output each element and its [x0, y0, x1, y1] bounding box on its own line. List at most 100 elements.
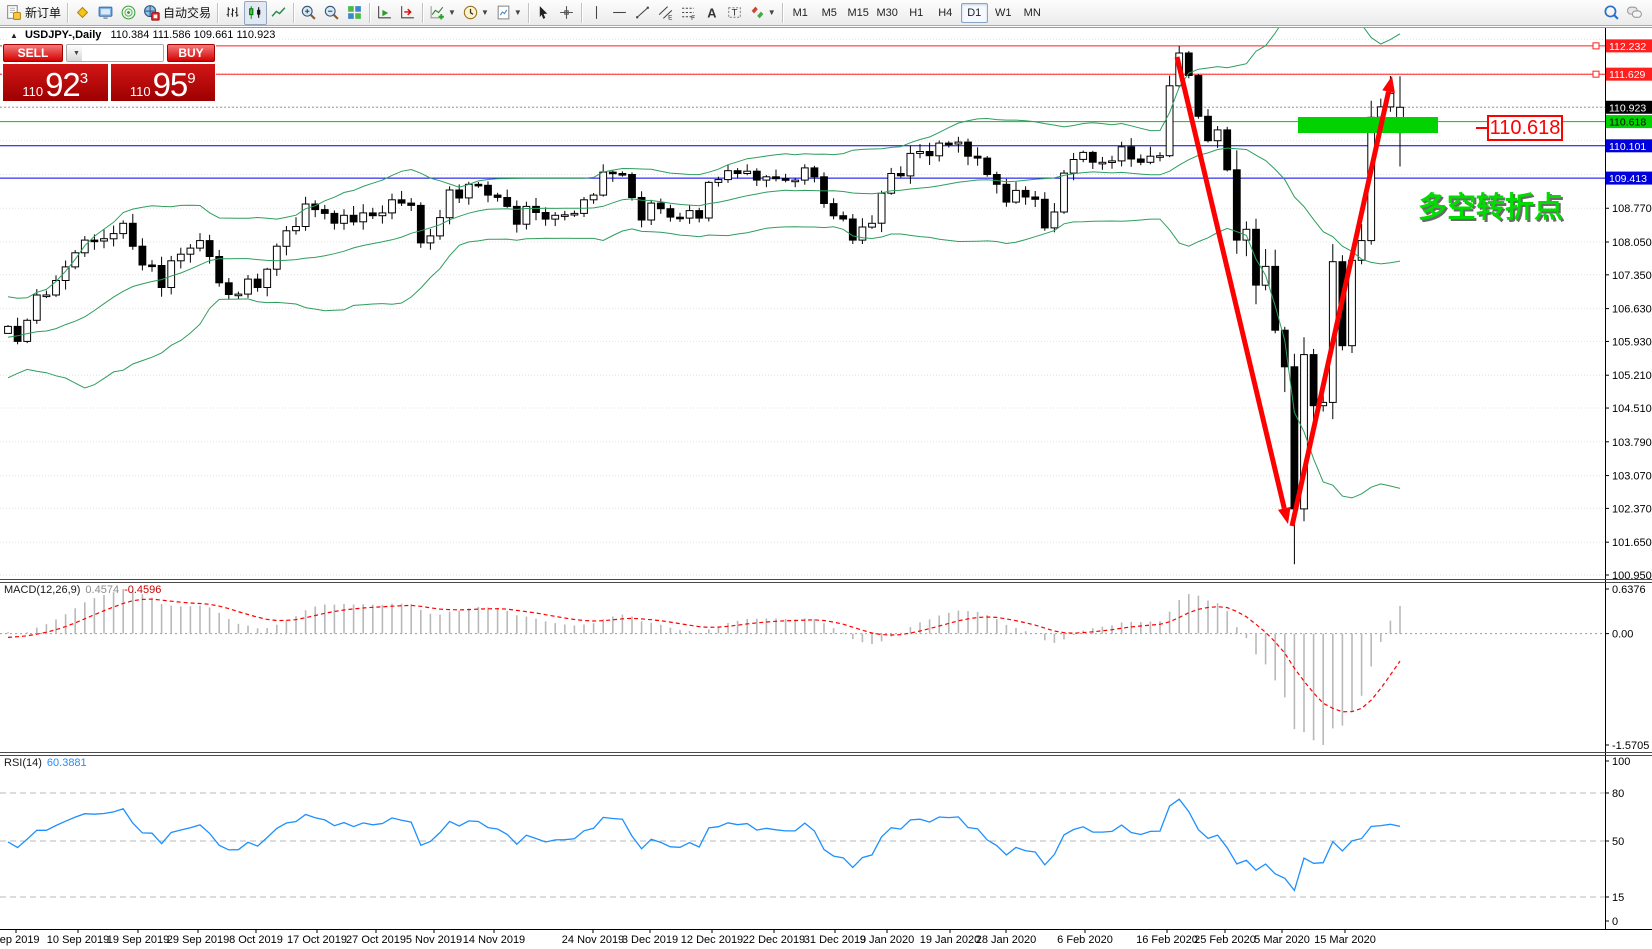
sell-price-sup: 3 — [79, 70, 89, 87]
hline-button[interactable] — [608, 1, 631, 25]
sell-price-big: 92 — [45, 66, 81, 103]
svg-text:104.510: 104.510 — [1612, 403, 1652, 415]
svg-text:0: 0 — [1612, 916, 1618, 928]
channel-button[interactable]: E — [654, 1, 677, 25]
one-click-trading-panel: SELL ▼ ▲ BUY 110 92 3 110 95 9 — [2, 43, 216, 102]
rsi-label: RSI(14) 60.3881 — [4, 757, 87, 769]
periods-icon — [462, 4, 479, 21]
tile-windows-button[interactable] — [343, 1, 366, 25]
collapse-panel-icon[interactable]: ▲ — [10, 31, 18, 40]
timeframe-m15-button[interactable]: M15 — [845, 3, 872, 23]
autotrade-button[interactable]: 自动交易 — [140, 1, 214, 25]
buy-price-button[interactable]: 110 95 9 — [110, 64, 215, 101]
volume-input[interactable] — [82, 45, 163, 61]
svg-text:110.618: 110.618 — [1609, 117, 1646, 129]
timeframe-m1-button[interactable]: M1 — [787, 3, 814, 23]
crosshair-button[interactable] — [555, 1, 578, 25]
chart-canvas[interactable]: 108.770 108.050 107.350 106.630 105.930 105.2… — [0, 26, 1652, 949]
chart-title: ▲ USDJPY-,Daily 110.384 111.586 109.661 … — [7, 29, 279, 41]
svg-text:111.629: 111.629 — [1609, 69, 1646, 81]
level-110618-annotation[interactable]: 110.618 — [1487, 115, 1563, 141]
chart-shift-icon — [399, 4, 416, 21]
svg-text:T: T — [731, 8, 737, 19]
volume-down-button[interactable]: ▼ — [67, 45, 82, 61]
rsi-value: 60.3881 — [46, 757, 87, 769]
cursor-button[interactable] — [532, 1, 555, 25]
label-icon: T — [726, 4, 743, 21]
volume-stepper[interactable]: ▼ ▲ — [66, 44, 164, 62]
trendline-button[interactable] — [631, 1, 654, 25]
dropdown-caret-icon[interactable]: ▼ — [768, 8, 776, 17]
toolbar-separator — [217, 2, 219, 23]
svg-text:0.6376: 0.6376 — [1612, 584, 1646, 596]
zoom-out-button[interactable] — [320, 1, 343, 25]
text-button[interactable]: A — [700, 1, 723, 25]
svg-text:15 Mar 2020: 15 Mar 2020 — [1314, 934, 1376, 946]
chart-shift-button[interactable] — [396, 1, 419, 25]
terminal-button[interactable] — [94, 1, 117, 25]
chat-button[interactable] — [1623, 1, 1646, 25]
chart-window[interactable]: 108.770 108.050 107.350 106.630 105.930 105.2… — [0, 26, 1652, 949]
svg-text:F: F — [691, 15, 695, 21]
svg-text:5 Mar 2020: 5 Mar 2020 — [1254, 934, 1310, 946]
toolbar-separator — [293, 2, 295, 23]
mql-diamond-button[interactable] — [71, 1, 94, 25]
timeframe-h4-button[interactable]: H4 — [932, 3, 959, 23]
line-chart-icon — [270, 4, 287, 21]
dropdown-caret-icon[interactable]: ▼ — [514, 8, 522, 17]
mql-diamond-icon — [74, 4, 91, 21]
svg-text:24 Nov 2019: 24 Nov 2019 — [562, 934, 624, 946]
timeframe-m30-button[interactable]: M30 — [874, 3, 901, 23]
svg-text:50: 50 — [1612, 836, 1624, 848]
bars-chart-button[interactable] — [221, 1, 244, 25]
timeframe-mn-button[interactable]: MN — [1019, 3, 1046, 23]
dropdown-caret-icon[interactable]: ▼ — [481, 8, 489, 17]
sell-price-button[interactable]: 110 92 3 — [3, 64, 108, 101]
macd-main-value: 0.4574 — [85, 584, 120, 596]
timeframe-w1-button[interactable]: W1 — [990, 3, 1017, 23]
svg-text:108.770: 108.770 — [1612, 203, 1652, 215]
fibo-button[interactable]: F — [677, 1, 700, 25]
new-order-icon — [5, 4, 22, 21]
buy-price-sup: 9 — [187, 70, 196, 87]
candles-chart-button[interactable] — [244, 0, 268, 25]
sell-button[interactable]: SELL — [3, 44, 63, 62]
sell-price-prefix: 110 — [22, 84, 44, 99]
shapes-button[interactable]: ▼ — [746, 1, 779, 25]
label-button[interactable]: T — [723, 1, 746, 25]
vline-icon — [588, 4, 605, 21]
svg-text:17 Oct 2019: 17 Oct 2019 — [287, 934, 347, 946]
template-button[interactable]: ▼ — [492, 1, 525, 25]
svg-text:102.370: 102.370 — [1612, 503, 1652, 515]
indicators-icon — [429, 4, 446, 21]
timeframe-m5-button[interactable]: M5 — [816, 3, 843, 23]
svg-text:107.350: 107.350 — [1612, 270, 1652, 282]
symbol-period-label: USDJPY-,Daily — [24, 29, 102, 41]
timeframe-d1-button[interactable]: D1 — [960, 2, 988, 23]
svg-text:0.00: 0.00 — [1612, 629, 1633, 641]
dropdown-caret-icon[interactable]: ▼ — [448, 8, 456, 17]
turning-point-annotation[interactable]: 多空转折点 — [1418, 184, 1563, 226]
svg-text:105.930: 105.930 — [1612, 336, 1652, 348]
autoscroll-button[interactable] — [373, 1, 396, 25]
tile-windows-icon — [346, 4, 363, 21]
indicators-button[interactable]: ▼ — [426, 1, 459, 25]
svg-text:16 Feb 2020: 16 Feb 2020 — [1136, 934, 1198, 946]
svg-text:110.923: 110.923 — [1609, 102, 1646, 114]
svg-text:10 Sep 2019: 10 Sep 2019 — [47, 934, 109, 946]
search-button[interactable] — [1600, 1, 1623, 25]
zoom-in-button[interactable] — [297, 1, 320, 25]
svg-text:31 Dec 2019: 31 Dec 2019 — [804, 934, 866, 946]
periods-button[interactable]: ▼ — [459, 1, 492, 25]
svg-text:101.650: 101.650 — [1612, 537, 1652, 549]
new-order-button[interactable]: 新订单 — [2, 1, 64, 25]
signal-button[interactable] — [117, 1, 140, 25]
svg-text:9 Jan 2020: 9 Jan 2020 — [860, 934, 914, 946]
vline-button[interactable] — [585, 1, 608, 25]
timeframe-h1-button[interactable]: H1 — [903, 3, 930, 23]
svg-text:22 Dec 2019: 22 Dec 2019 — [743, 934, 805, 946]
template-icon — [495, 4, 512, 21]
terminal-icon — [97, 4, 114, 21]
line-chart-button[interactable] — [267, 1, 290, 25]
buy-button[interactable]: BUY — [167, 44, 215, 62]
